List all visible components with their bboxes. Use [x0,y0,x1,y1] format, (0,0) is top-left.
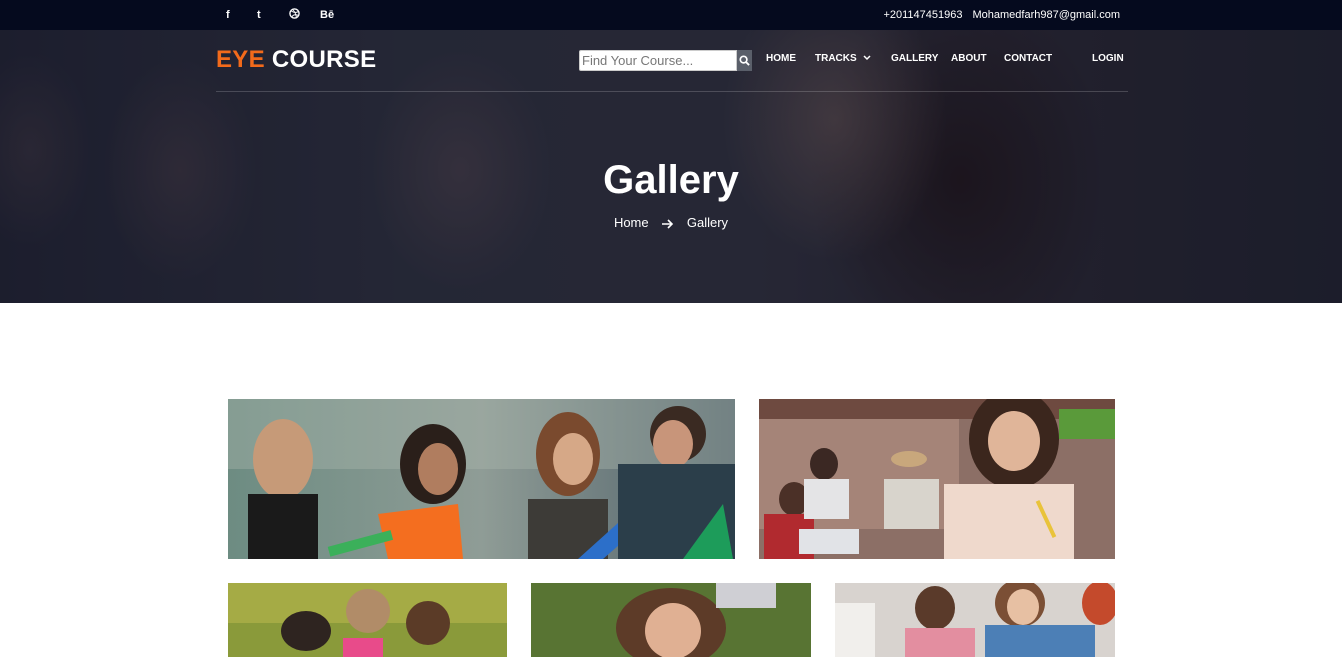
page-title: Gallery [603,158,739,202]
nav-divider [216,91,1128,92]
dribbble-icon[interactable] [289,8,320,22]
facebook-icon[interactable]: f [226,9,257,21]
twitter-icon[interactable]: t [257,9,289,21]
nav-gallery[interactable]: GALLERY [891,53,938,64]
nav-contact[interactable]: CONTACT [1004,53,1052,64]
top-bar: f t Bē +201147451963 Mohamedfarh987@gmai… [0,0,1342,30]
contact-info: +201147451963 Mohamedfarh987@gmail.com [883,0,1120,30]
nav-tracks-label: TRACKS [815,53,857,64]
nav-about[interactable]: ABOUT [951,53,987,64]
gallery-image-5[interactable] [835,583,1115,657]
nav-tracks[interactable]: TRACKS [815,53,871,64]
email-address[interactable]: Mohamedfarh987@gmail.com [972,9,1120,21]
breadcrumb-current: Gallery [686,215,729,230]
breadcrumb: Home Gallery [0,215,1342,230]
breadcrumb-home[interactable]: Home [614,215,649,230]
gallery-image-2[interactable] [759,399,1115,559]
main-nav: HOME TRACKS GALLERY ABOUT CONTACT LOGIN [0,53,1342,67]
gallery-image-1[interactable] [228,399,735,559]
arrow-right-icon [662,218,674,229]
chevron-down-icon [863,55,871,61]
behance-icon[interactable]: Bē [320,9,351,21]
phone-number[interactable]: +201147451963 [883,9,962,21]
nav-login[interactable]: LOGIN [1092,53,1124,64]
gallery-image-4[interactable] [531,583,811,657]
gallery-image-3[interactable] [228,583,507,657]
nav-home[interactable]: HOME [766,53,796,64]
social-links: f t Bē [226,0,351,30]
hero-banner: EYE COURSE HOME TRACKS GALLERY ABOUT CON… [0,30,1342,303]
